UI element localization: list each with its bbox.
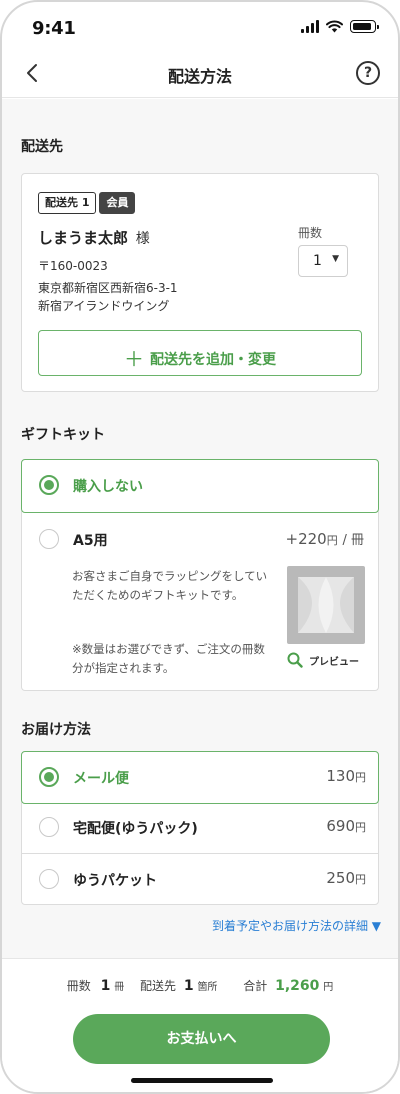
gift-preview-link[interactable]: プレビュー [287,652,371,668]
delivery-yupack-radio[interactable] [39,817,59,837]
delivery-mail-label: メール便 [73,771,129,787]
help-icon[interactable]: ? [356,61,380,85]
delivery-yupack-price-unit: 円 [355,821,366,834]
delivery-yupacket-label: ゆうパケット [73,873,157,889]
gift-a5-price-unit: 円 [326,534,338,547]
gift-description: お客さまご自身でラッピングをしていただくためのギフトキットです。 [72,569,268,602]
summary-copies-label: 冊数 [66,979,91,993]
gift-a5-price-value: +220 [285,530,327,548]
gift-quantity-note: ※数量はお選びできず、ご注文の冊数分が指定されます。 [72,642,265,675]
gift-a5-label: A5用 [73,533,108,549]
summary-dest-value: 1 [183,978,194,994]
add-destination-button[interactable]: ＋ 配送先を追加・変更 [38,330,362,376]
status-time: 9:41 [32,18,76,39]
gift-kit-image [287,566,365,644]
delivery-option-yupacket[interactable]: ゆうパケット 250円 [21,853,379,905]
destination-card: 配送先 1 会員 しまうま太郎 様 〒160-0023 東京都新宿区西新宿6-3… [21,173,379,392]
delivery-yupack-price-value: 690 [326,817,355,835]
honorific: 様 [135,231,150,247]
status-icons [301,20,379,33]
magnifier-icon [287,652,303,668]
page-title: 配送方法 [167,67,232,86]
delivery-section-title: お届け方法 [21,722,91,738]
postal-code: 〒160-0023 [38,259,108,273]
gift-a5-radio[interactable] [39,529,59,549]
copies-select[interactable]: 1 ▼ [298,245,348,277]
home-indicator [131,1078,273,1083]
gift-none-label: 購入しない [73,479,143,495]
status-bar: 9:41 [2,2,398,52]
nav-bar: 配送方法 ? [2,52,398,98]
add-destination-label: 配送先を追加・変更 [150,352,276,368]
delivery-yupacket-price: 250円 [326,869,366,887]
delivery-yupacket-price-unit: 円 [355,873,366,886]
gift-option-a5[interactable]: A5用 +220円 / 冊 お客さまご自身でラッピングをしていただくためのギフト… [21,511,379,691]
summary-dest-unit: 箇所 [197,982,218,993]
proceed-to-payment-button[interactable]: お支払いへ [73,1014,330,1064]
summary-copies-unit: 冊 [114,982,125,993]
gift-none-radio[interactable] [39,475,59,495]
summary-total-unit: 円 [323,982,334,993]
summary-total-label: 合計 [243,979,268,993]
recipient-name: しまうま太郎 [38,229,129,247]
delivery-mail-price: 130円 [326,767,366,785]
summary-total-value: 1,260 [275,978,320,994]
destination-number-tag: 配送先 1 [38,192,97,214]
gift-preview-label: プレビュー [309,656,359,668]
delivery-yupack-label: 宅配便(ゆうパック) [73,821,198,837]
delivery-mail-price-unit: 円 [355,771,366,784]
gift-a5-price: +220円 / 冊 [286,529,365,548]
summary-dest-label: 配送先 [140,979,177,993]
delivery-yupacket-price-value: 250 [326,869,355,887]
plus-icon: ＋ [124,347,144,371]
destination-section-title: 配送先 [21,139,63,155]
gift-option-none[interactable]: 購入しない [21,459,379,513]
delivery-option-yupack[interactable]: 宅配便(ゆうパック) 690円 [21,802,379,854]
gift-a5-price-per: / 冊 [342,533,364,548]
copies-select-value: 1 [313,253,322,269]
summary-copies-value: 1 [100,978,111,994]
order-summary: 冊数 1 冊 配送先 1 箇所 合計 1,260 円 [2,977,398,994]
phone-frame: 9:41 配送方法 ? 配送先 配送先 1 会員 しまうま太郎 様 〒160-0… [0,0,400,1094]
gift-section-title: ギフトキット [21,427,105,443]
member-tag: 会員 [99,192,136,214]
gift-options-card: 購入しない A5用 +220円 / 冊 お客さまご自身でラッピングをしていただく… [21,459,379,691]
delivery-yupacket-radio[interactable] [39,869,59,889]
chevron-down-icon: ▼ [332,254,339,264]
checkout-footer: 冊数 1 冊 配送先 1 箇所 合計 1,260 円 お支払いへ [2,958,398,1092]
address-line-2: 新宿アイランドウイング [38,299,170,313]
delivery-mail-price-value: 130 [326,767,355,785]
delivery-options: メール便 130円 宅配便(ゆうパック) 690円 ゆうパケット 250円 [21,751,379,905]
delivery-mail-radio[interactable] [39,767,59,787]
delivery-yupack-price: 690円 [326,817,366,835]
delivery-option-mail[interactable]: メール便 130円 [21,751,379,804]
battery-icon [350,20,379,33]
copies-label: 冊数 [298,226,323,240]
signal-icon [301,20,319,33]
delivery-details-link[interactable]: 到着予定やお届け方法の詳細 ▼ [212,917,381,934]
address-line-1: 東京都新宿区西新宿6-3-1 [38,281,178,295]
wifi-icon [326,20,343,33]
main-content: 配送先 配送先 1 会員 しまうま太郎 様 〒160-0023 東京都新宿区西新… [2,99,398,1092]
